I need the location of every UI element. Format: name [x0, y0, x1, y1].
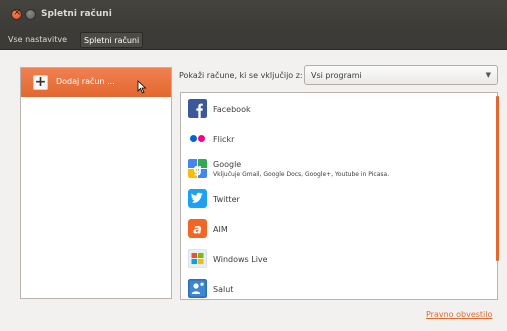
breadcrumb: Vse nastavitve Spletni računi	[0, 30, 507, 50]
breadcrumb-current[interactable]: Spletni računi	[80, 32, 144, 48]
windows-live-icon	[188, 249, 207, 268]
provider-name: Windows Live	[213, 255, 268, 264]
flickr-icon	[190, 135, 205, 142]
window-titlebar: Spletni računi	[0, 0, 507, 30]
twitter-icon	[188, 189, 207, 208]
salut-icon	[188, 279, 207, 298]
svg-text:a: a	[193, 223, 202, 238]
list-item-google[interactable]: g Google Vključuje Gmail, Google Docs, G…	[181, 156, 491, 184]
provider-name: Flickr	[213, 135, 235, 144]
add-account-label: Dodaj račun ...	[56, 77, 115, 86]
provider-description: Vključuje Gmail, Google Docs, Google+, Y…	[213, 171, 390, 178]
provider-name: Twitter	[213, 195, 240, 204]
add-account-button[interactable]: + Dodaj račun ...	[21, 68, 171, 97]
chevron-down-icon: ▼	[485, 71, 491, 79]
window-close-button[interactable]	[11, 7, 22, 20]
breadcrumb-all-settings[interactable]: Vse nastavitve	[5, 32, 70, 48]
window-minimize-button[interactable]	[25, 9, 36, 20]
mouse-cursor-icon	[137, 80, 147, 94]
list-item-aim[interactable]: a AIM	[181, 216, 491, 244]
accounts-sidebar: + Dodaj račun ...	[20, 67, 172, 299]
list-item-facebook[interactable]: Facebook	[181, 96, 491, 124]
list-item-salut[interactable]: Salut	[181, 276, 491, 299]
provider-list: Facebook Flickr g Google Vključuje Gmail…	[180, 92, 498, 300]
plus-icon: +	[33, 74, 48, 90]
list-item-windows-live[interactable]: Windows Live	[181, 246, 491, 274]
filter-selected-value: Vsi programi	[311, 71, 362, 80]
aim-icon: a	[188, 219, 207, 238]
provider-name: Salut	[213, 285, 234, 294]
filter-label: Pokaži račune, ki se vključijo z:	[179, 71, 303, 80]
provider-name: Google	[213, 160, 242, 169]
list-scrollbar[interactable]	[496, 96, 499, 261]
facebook-icon	[188, 99, 207, 118]
provider-name: Facebook	[213, 105, 251, 114]
legal-notice-link[interactable]: Pravno obvestilo	[426, 310, 492, 319]
provider-name: AIM	[213, 225, 228, 234]
list-item-flickr[interactable]: Flickr	[181, 126, 491, 154]
window-title: Spletni računi	[41, 9, 112, 19]
svg-text:g: g	[193, 162, 202, 176]
application-filter-select[interactable]: Vsi programi ▼	[304, 65, 498, 85]
list-item-twitter[interactable]: Twitter	[181, 186, 491, 214]
google-icon: g	[188, 159, 207, 178]
